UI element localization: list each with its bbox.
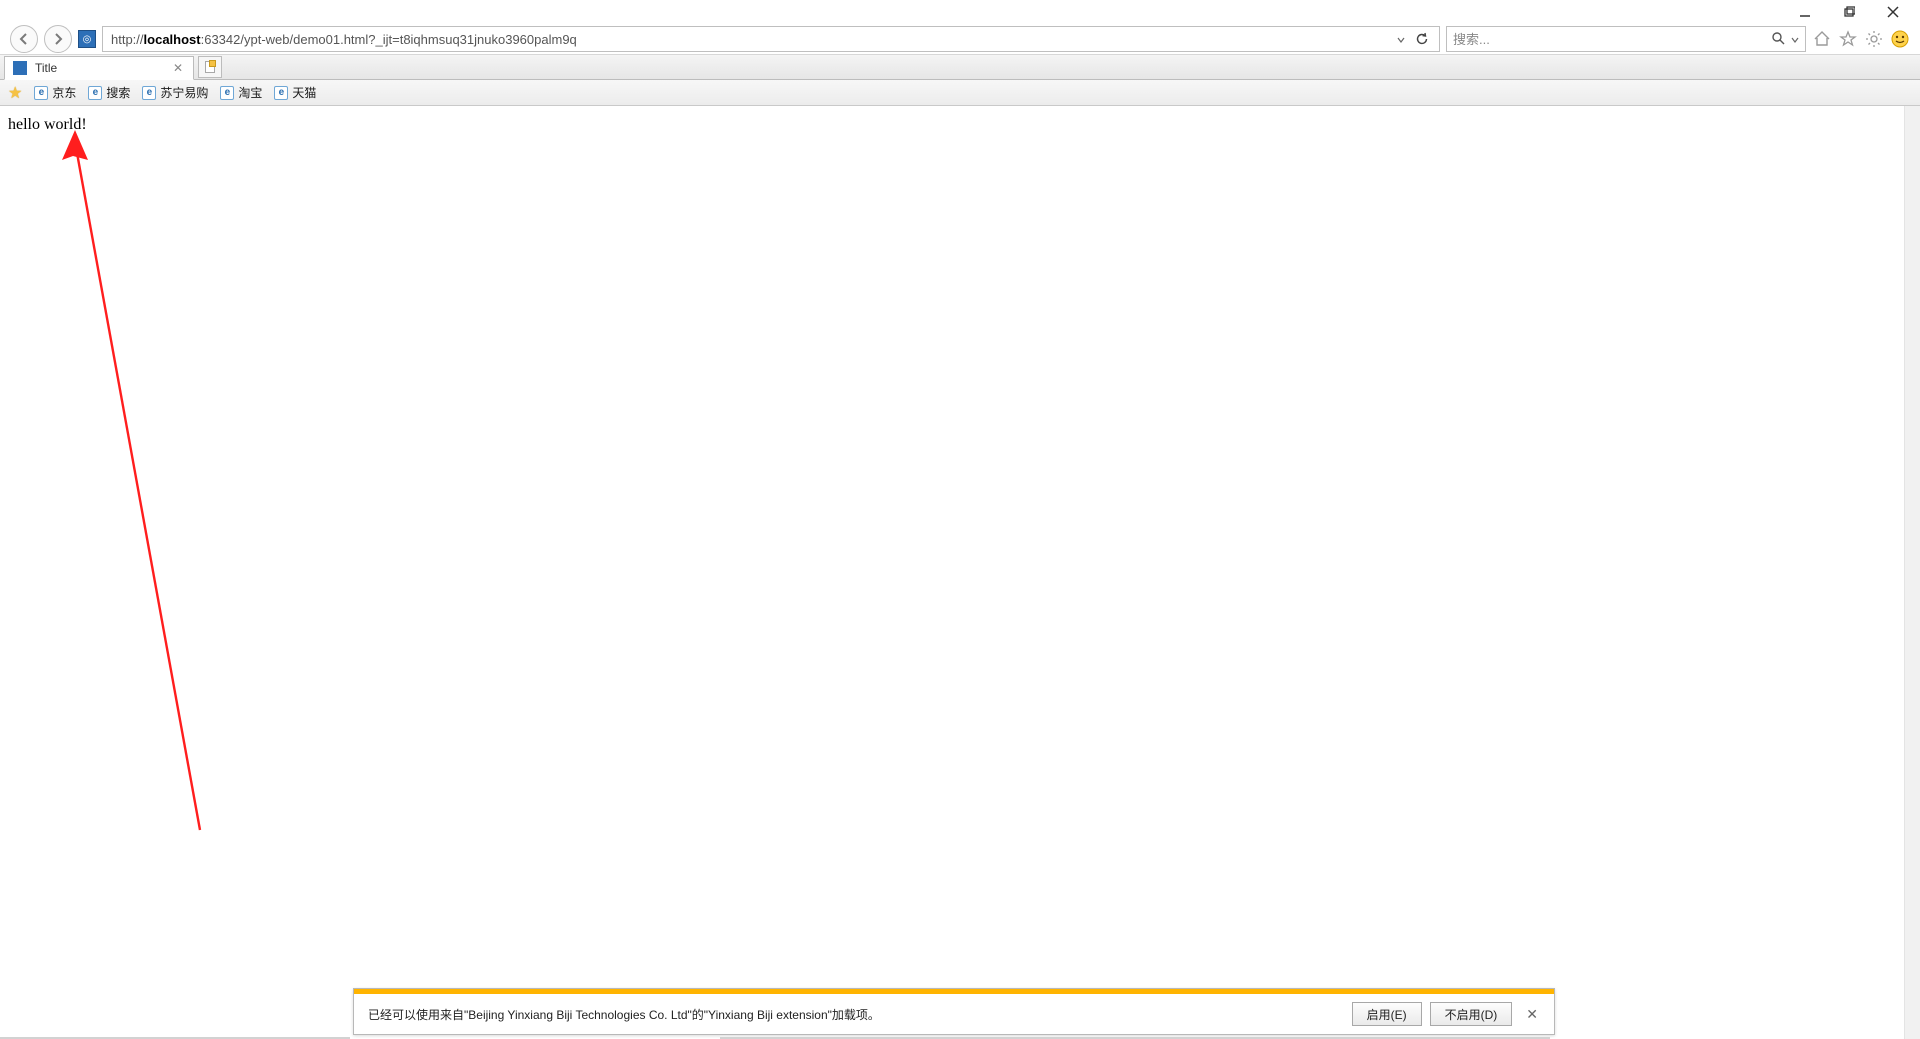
address-bar[interactable]: http://localhost:63342/ypt-web/demo01.ht… bbox=[102, 26, 1440, 52]
search-input[interactable] bbox=[1453, 32, 1771, 47]
site-icon: ◎ bbox=[78, 30, 96, 48]
tab-close-button[interactable]: ✕ bbox=[171, 61, 185, 75]
bookmark-item[interactable]: e 淘宝 bbox=[220, 84, 262, 101]
bookmark-label: 搜索 bbox=[106, 84, 130, 101]
settings-icon[interactable] bbox=[1864, 29, 1884, 49]
search-box[interactable] bbox=[1446, 26, 1806, 52]
bookmark-item[interactable]: e 天猫 bbox=[274, 84, 316, 101]
bookmark-label: 淘宝 bbox=[238, 84, 262, 101]
add-favorite-icon[interactable]: ★ bbox=[8, 83, 22, 103]
minimize-button[interactable] bbox=[1796, 3, 1814, 21]
url-host: localhost bbox=[144, 32, 201, 47]
search-icon[interactable] bbox=[1771, 31, 1785, 48]
tab-strip: Title ✕ bbox=[0, 54, 1920, 80]
url-rest: :63342/ypt-web/demo01.html?_ijt=t8iqhmsu… bbox=[201, 32, 577, 47]
refresh-button[interactable] bbox=[1413, 30, 1431, 48]
disable-button[interactable]: 不启用(D) bbox=[1430, 1002, 1513, 1026]
page-body-text: hello world! bbox=[8, 116, 87, 133]
search-dropdown-icon[interactable] bbox=[1791, 32, 1799, 47]
bookmark-item[interactable]: e 京东 bbox=[34, 84, 76, 101]
new-tab-button[interactable] bbox=[198, 56, 222, 78]
bookmark-label: 京东 bbox=[52, 84, 76, 101]
notification-message: 已经可以使用来自"Beijing Yinxiang Biji Technolog… bbox=[368, 1006, 1344, 1023]
url-prefix: http:// bbox=[111, 32, 144, 47]
bookmark-favicon: e bbox=[88, 86, 102, 100]
smiley-icon[interactable] bbox=[1890, 29, 1910, 49]
tab-favicon bbox=[13, 61, 27, 75]
window-controls bbox=[0, 0, 1920, 24]
vertical-scrollbar[interactable] bbox=[1904, 106, 1920, 1039]
url-text: http://localhost:63342/ypt-web/demo01.ht… bbox=[111, 32, 1397, 47]
bookmark-favicon: e bbox=[220, 86, 234, 100]
bookmark-item[interactable]: e 苏宁易购 bbox=[142, 84, 208, 101]
close-window-button[interactable] bbox=[1884, 3, 1902, 21]
bookmark-favicon: e bbox=[274, 86, 288, 100]
maximize-button[interactable] bbox=[1840, 3, 1858, 21]
enable-button[interactable]: 启用(E) bbox=[1352, 1002, 1422, 1026]
extension-notification: 已经可以使用来自"Beijing Yinxiang Biji Technolog… bbox=[353, 988, 1555, 1035]
bookmark-item[interactable]: e 搜索 bbox=[88, 84, 130, 101]
tab-active[interactable]: Title ✕ bbox=[4, 56, 194, 80]
address-dropdown-icon[interactable] bbox=[1397, 32, 1405, 47]
forward-button[interactable] bbox=[44, 25, 72, 53]
tab-title: Title bbox=[35, 61, 163, 75]
bookmark-favicon: e bbox=[142, 86, 156, 100]
browser-toolbar: ◎ http://localhost:63342/ypt-web/demo01.… bbox=[0, 24, 1920, 54]
home-icon[interactable] bbox=[1812, 29, 1832, 49]
new-tab-icon bbox=[205, 61, 215, 73]
favorites-icon[interactable] bbox=[1838, 29, 1858, 49]
back-button[interactable] bbox=[10, 25, 38, 53]
bookmarks-bar: ★ e 京东 e 搜索 e 苏宁易购 e 淘宝 e 天猫 bbox=[0, 80, 1920, 106]
page-viewport: hello world! bbox=[0, 106, 1920, 1039]
bookmark-favicon: e bbox=[34, 86, 48, 100]
bookmark-label: 苏宁易购 bbox=[160, 84, 208, 101]
bookmark-label: 天猫 bbox=[292, 84, 316, 101]
notification-close-button[interactable]: ✕ bbox=[1520, 1006, 1544, 1023]
